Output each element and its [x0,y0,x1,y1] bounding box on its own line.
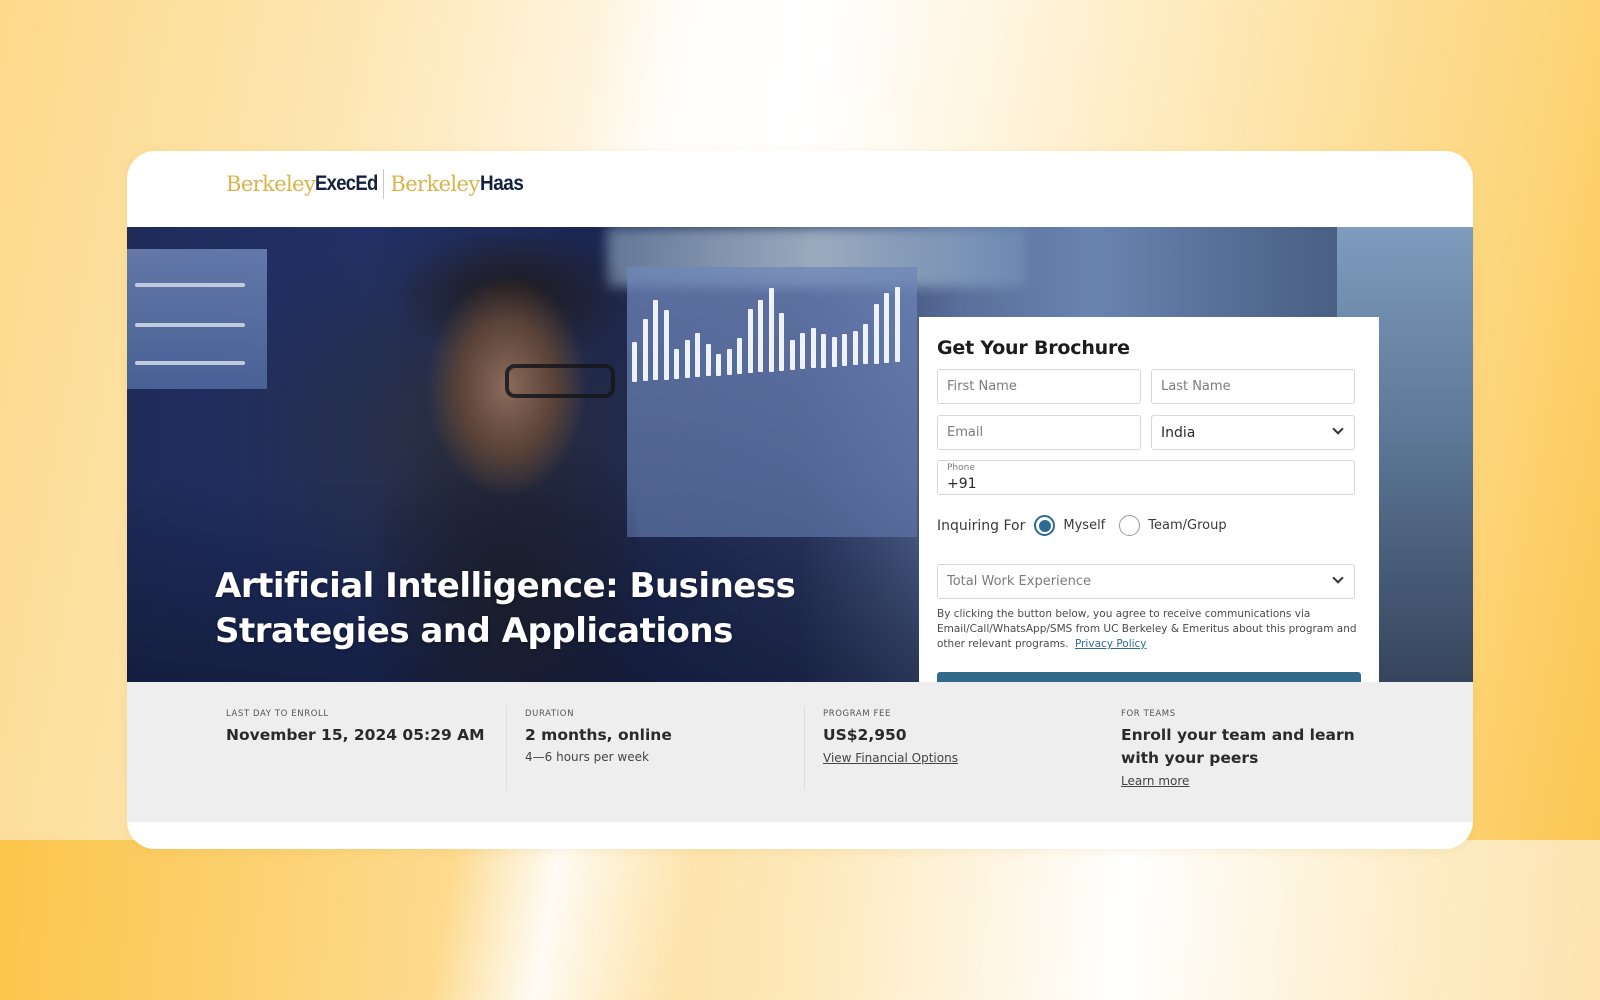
phone-input[interactable]: Phone +91 [937,460,1355,495]
radio-myself-label[interactable]: Myself [1063,518,1105,533]
inquiring-for-label: Inquiring For [937,517,1026,534]
hero-image-glasses [505,364,615,398]
logo-execed-text: ExecEd [315,172,378,195]
chevron-down-icon [1332,423,1344,435]
work-experience-select[interactable]: Total Work Experience [937,564,1355,599]
first-name-input[interactable]: First Name [937,369,1141,404]
hero-image-bar [642,319,648,382]
brochure-form: Get Your Brochure First Name Last Name E… [919,317,1379,682]
hero-image-bar [758,300,763,373]
hero-image-bar [810,328,816,369]
logo-divider [383,169,385,199]
hero-banner: Artificial Intelligence: Business Strate… [127,227,1473,682]
radio-team-group-label[interactable]: Team/Group [1148,518,1226,533]
hero-image-bar [716,353,721,376]
duration-hours: 4—6 hours per week [525,750,649,764]
hero-image-bar [737,338,742,374]
hero-image-bar [884,292,889,363]
divider [506,706,507,790]
hero-image-bar [726,348,732,375]
hero-image-bar [779,312,784,371]
last-name-input[interactable]: Last Name [1151,369,1355,404]
inquiring-for-group: Inquiring For Myself Team/Group [937,515,1227,536]
hero-image-bar [674,348,679,379]
fee-label: PROGRAM FEE [823,709,891,719]
hero-image-bar [663,309,669,380]
enroll-label: LAST DAY TO ENROLL [226,709,329,719]
divider [804,706,805,790]
privacy-policy-link[interactable]: Privacy Policy [1075,638,1147,650]
duration-label: DURATION [525,709,575,719]
chevron-down-icon [1332,572,1344,584]
landing-page-card: Berkeley ExecEd Berkeley Haas Artificial… [127,151,1473,849]
radio-myself[interactable] [1034,515,1056,536]
hero-image-bar [705,344,711,377]
view-financial-options-link[interactable]: View Financial Options [823,751,958,765]
logo-haas-text: Haas [479,172,524,195]
hero-image-bar [842,334,847,366]
duration-value: 2 months, online [525,726,672,744]
program-fee: PROGRAM FEE US$2,950 View Financial Opti… [823,709,958,766]
email-input[interactable]: Email [937,415,1141,450]
hero-image-bar [873,303,879,364]
hero-image-bar [894,287,900,362]
berkeley-logo[interactable]: Berkeley ExecEd Berkeley Haas [226,167,528,201]
enroll-deadline: LAST DAY TO ENROLL November 15, 2024 05:… [226,709,485,747]
hero-image-bar [831,336,837,367]
hero-image-bar [800,333,805,370]
country-select-value: India [1161,424,1196,441]
hero-image-bar [863,324,868,365]
fee-value: US$2,950 [823,726,907,744]
hero-image-bar [768,287,774,372]
phone-value: +91 [947,476,977,492]
form-title: Get Your Brochure [937,337,1130,359]
hero-image-screen [127,249,267,389]
hero-image-bar [821,333,826,368]
hero-image-bar [684,340,690,378]
country-select[interactable]: India [1151,415,1355,450]
program-title: Artificial Intelligence: Business Strate… [215,566,796,651]
teams-headline: Enroll your team and learn with your pee… [1121,726,1355,767]
background-lower [0,840,1600,1000]
enroll-date: November 15, 2024 05:29 AM [226,726,485,744]
download-brochure-button[interactable]: DOWNLOAD BROCHURE [937,672,1361,682]
disclaimer-text: By clicking the button below, you agree … [937,608,1357,650]
logo-berkeley-execed-serif: Berkeley [226,172,316,196]
hero-image-bar [747,309,753,374]
hero-image-bar [695,333,700,378]
program-duration: DURATION 2 months, online 4—6 hours per … [525,709,672,764]
learn-more-link[interactable]: Learn more [1121,774,1189,788]
hero-image-bar [789,340,795,370]
for-teams: FOR TEAMS Enroll your team and learn wit… [1121,709,1391,789]
teams-label: FOR TEAMS [1121,709,1176,719]
logo-berkeley-haas-serif: Berkeley [390,172,480,196]
program-info-bar: LAST DAY TO ENROLL November 15, 2024 05:… [127,682,1473,822]
hero-image-chart-bars [632,287,922,382]
hero-image-bar [852,331,858,366]
site-header: Berkeley ExecEd Berkeley Haas [127,151,1473,227]
consent-disclaimer: By clicking the button below, you agree … [937,607,1357,652]
radio-team-group[interactable] [1119,515,1141,536]
work-experience-placeholder: Total Work Experience [947,574,1092,589]
hero-image-bar [653,300,658,381]
phone-label: Phone [947,463,975,473]
